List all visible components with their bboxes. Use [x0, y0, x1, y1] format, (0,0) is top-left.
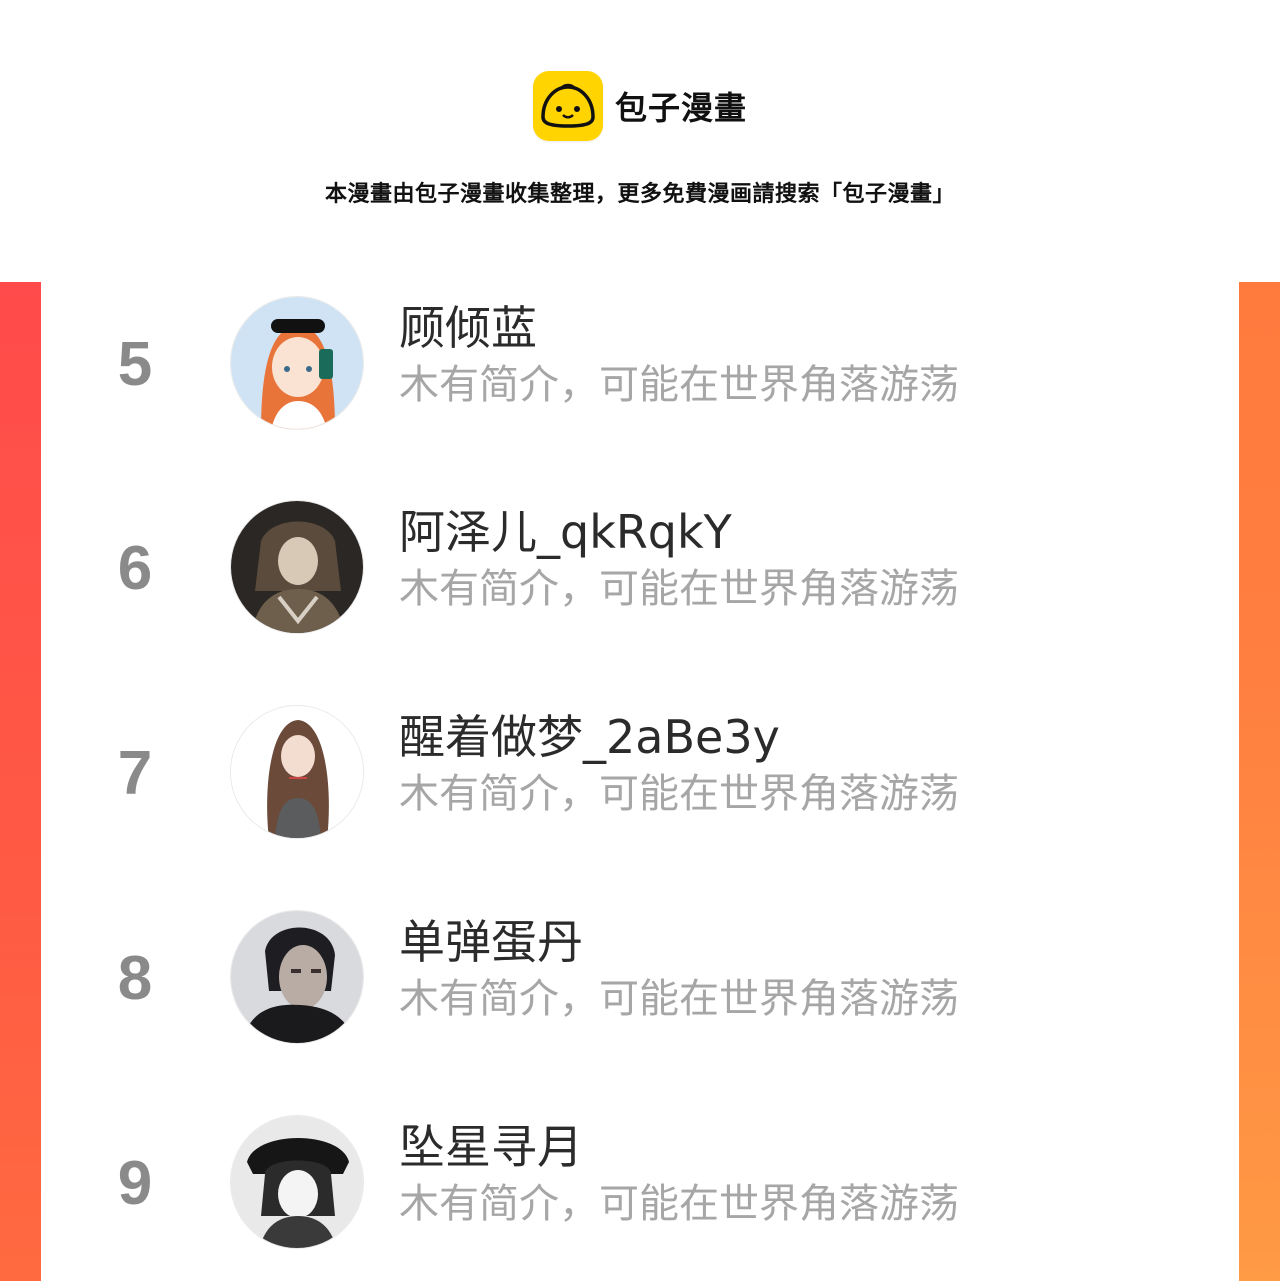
username[interactable]: 醒着做梦_2aBe3y: [399, 709, 780, 765]
user-bio: 木有简介，可能在世界角落游荡: [399, 362, 959, 408]
user-bio: 木有简介，可能在世界角落游荡: [399, 976, 959, 1022]
username[interactable]: 阿泽儿_qkRqkY: [399, 504, 732, 560]
right-accent-bar: [1239, 282, 1280, 1281]
rank-number: 5: [117, 330, 153, 399]
left-accent-bar: [0, 282, 41, 1281]
monochrome-anime-boy-avatar: [231, 1116, 363, 1248]
avatar[interactable]: [230, 1115, 364, 1249]
avatar[interactable]: [230, 296, 364, 430]
user-bio: 木有简介，可能在世界角落游荡: [399, 566, 959, 612]
girl-sunglasses-selfie-avatar: [231, 297, 363, 429]
ranking-row-5[interactable]: 5 顾倾蓝 木有简介，可能在世界角落游荡: [41, 296, 1239, 436]
user-bio: 木有简介，可能在世界角落游荡: [399, 771, 959, 817]
username[interactable]: 单弹蛋丹: [399, 914, 583, 970]
user-bio: 木有简介，可能在世界角落游荡: [399, 1181, 959, 1227]
avatar[interactable]: [230, 705, 364, 839]
dark-anime-character-avatar: [231, 501, 363, 633]
rank-number: 6: [117, 534, 153, 603]
username[interactable]: 坠星寻月: [399, 1119, 583, 1175]
ranking-row-8[interactable]: 8 单弹蛋丹 木有简介，可能在世界角落游荡: [41, 910, 1239, 1050]
username[interactable]: 顾倾蓝: [399, 300, 537, 356]
man-portrait-avatar: [231, 911, 363, 1043]
brand-header: 包子漫畫: [0, 70, 1280, 142]
rank-number: 8: [117, 944, 153, 1013]
rank-number: 9: [117, 1149, 153, 1218]
rank-number: 7: [117, 739, 153, 808]
brand-name: 包子漫畫: [614, 89, 747, 127]
ranking-row-6[interactable]: 6 阿泽儿_qkRqkY 木有简介，可能在世界角落游荡: [41, 500, 1239, 640]
avatar[interactable]: [230, 910, 364, 1044]
ranking-row-9[interactable]: 9 坠星寻月 木有简介，可能在世界角落游荡: [41, 1115, 1239, 1255]
ranking-row-7[interactable]: 7 醒着做梦_2aBe3y 木有简介，可能在世界角落游荡: [41, 705, 1239, 845]
source-notice: 本漫畫由包子漫畫收集整理，更多免費漫画請搜索「包子漫畫」: [324, 182, 955, 207]
bun-mascot-icon: [532, 71, 603, 141]
long-hair-girl-avatar: [231, 706, 363, 838]
avatar[interactable]: [230, 500, 364, 634]
